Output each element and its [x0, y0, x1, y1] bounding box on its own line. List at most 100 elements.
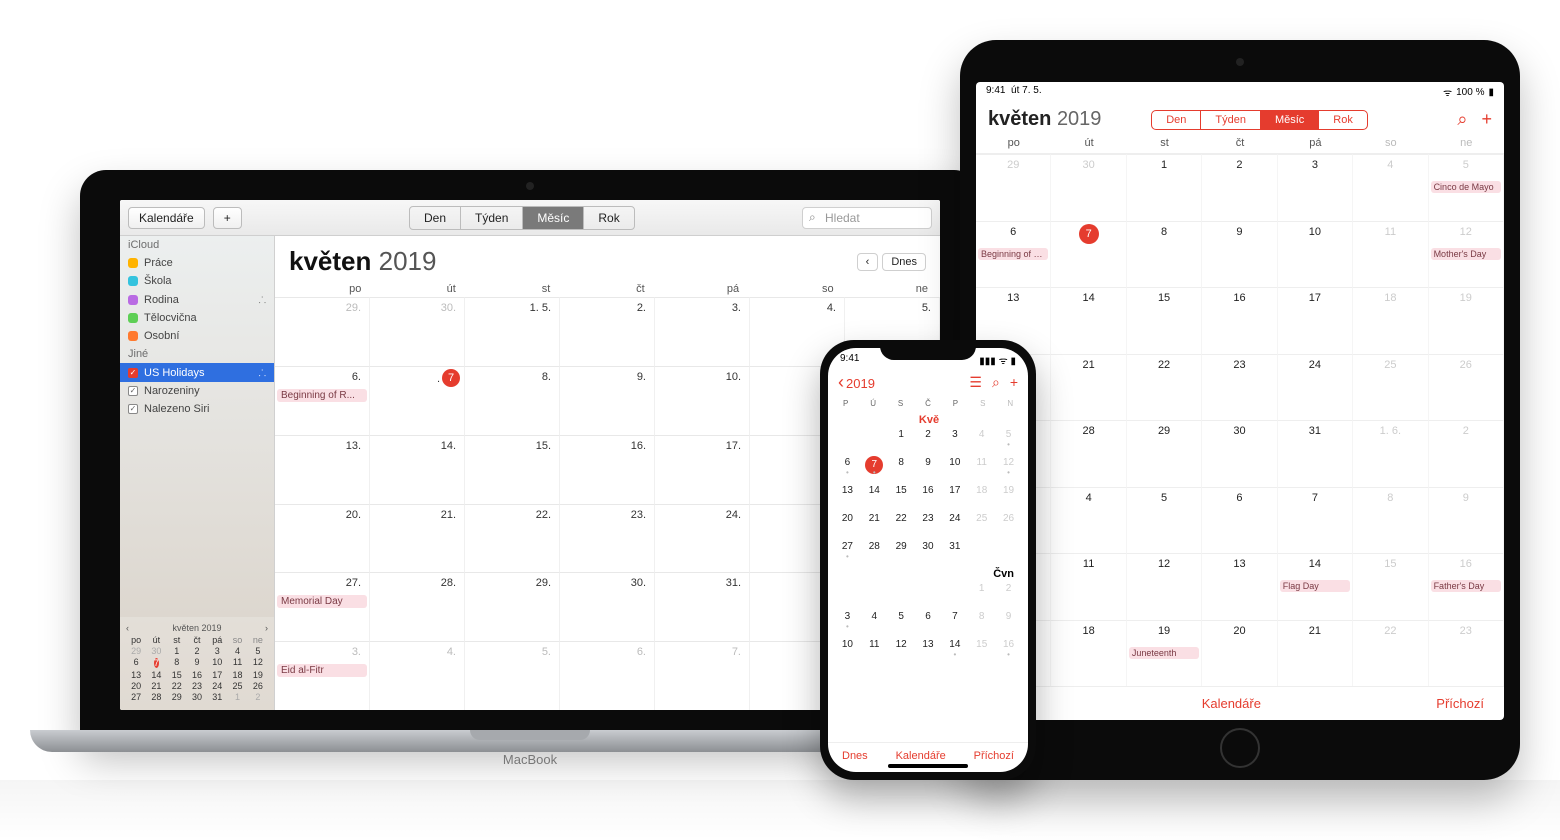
calendar-day-cell[interactable]: 18	[1353, 287, 1428, 354]
add-button[interactable]: +	[1010, 374, 1018, 391]
calendar-day-cell[interactable]: 4.	[370, 641, 465, 710]
calendar-day-cell[interactable]: 19	[995, 484, 1022, 506]
calendar-day-cell[interactable]: 8.	[465, 366, 560, 435]
today-button[interactable]: Dnes	[882, 253, 926, 271]
calendar-day-cell[interactable]: 6	[834, 456, 861, 478]
segment-week[interactable]: Týden	[461, 207, 523, 229]
segment-month[interactable]: Měsíc	[523, 207, 584, 229]
calendar-event[interactable]: Eid al-Fitr	[277, 664, 367, 677]
calendar-day-cell[interactable]: 8	[968, 610, 995, 632]
calendar-day-cell[interactable]: 7	[1278, 487, 1353, 554]
calendar-event[interactable]: Memorial Day	[277, 595, 367, 608]
calendar-day-cell[interactable]: 7.	[370, 366, 465, 435]
calendar-day-cell[interactable]: 3	[941, 428, 968, 450]
calendar-day-cell[interactable]: 7	[941, 610, 968, 632]
calendar-day-cell[interactable]: 11	[968, 456, 995, 478]
calendar-day-cell[interactable]: 9	[1429, 487, 1504, 554]
calendar-day-cell[interactable]: 31	[1278, 420, 1353, 487]
segment-year[interactable]: Rok	[584, 207, 633, 229]
calendar-day-cell[interactable]: 29	[976, 154, 1051, 221]
calendar-day-cell[interactable]: 21	[1051, 354, 1126, 421]
calendar-day-cell[interactable]: 9	[995, 610, 1022, 632]
home-button[interactable]	[1220, 728, 1260, 768]
calendar-day-cell[interactable]: 13	[834, 484, 861, 506]
calendar-day-cell[interactable]: 6	[1202, 487, 1277, 554]
back-button[interactable]: 2019	[838, 372, 875, 393]
calendar-event[interactable]: Cinco de Mayo	[1431, 181, 1501, 193]
calendar-day-cell[interactable]: 30	[915, 540, 942, 562]
calendar-day-cell[interactable]: 29.	[465, 572, 560, 641]
segment-day[interactable]: Den	[410, 207, 461, 229]
inbox-button[interactable]: Příchozí	[1436, 696, 1484, 711]
calendar-day-cell[interactable]: 21	[861, 512, 888, 534]
calendar-day-cell[interactable]: 25	[1353, 354, 1428, 421]
calendar-day-cell[interactable]: 31	[941, 540, 968, 562]
calendar-day-cell[interactable]: 2	[1429, 420, 1504, 487]
calendar-day-cell[interactable]: 7	[1051, 221, 1126, 288]
calendar-day-cell[interactable]: 7	[861, 456, 888, 478]
calendar-day-cell[interactable]: 14	[861, 484, 888, 506]
calendar-day-cell[interactable]: 13.	[275, 435, 370, 504]
sidebar-item[interactable]: ✓US Holidays⸫	[120, 363, 274, 382]
segment-day[interactable]: Den	[1152, 111, 1201, 129]
calendar-day-cell[interactable]: 26	[1429, 354, 1504, 421]
calendar-day-cell[interactable]: 6.Beginning of R...	[275, 366, 370, 435]
calendar-day-cell[interactable]: 24	[1278, 354, 1353, 421]
calendar-day-cell[interactable]: 28.	[370, 572, 465, 641]
calendar-day-cell[interactable]: 5.	[465, 641, 560, 710]
segment-week[interactable]: Týden	[1201, 111, 1261, 129]
calendar-day-cell[interactable]: 19	[1429, 287, 1504, 354]
calendar-day-cell[interactable]: 4	[1051, 487, 1126, 554]
calendar-day-cell[interactable]: 28	[1051, 420, 1126, 487]
calendar-day-cell[interactable]: 15	[888, 484, 915, 506]
calendar-day-cell[interactable]: 6Beginning of Ra...	[976, 221, 1051, 288]
calendars-button[interactable]: Kalendáře	[128, 207, 205, 229]
calendar-day-cell[interactable]: 22.	[465, 504, 560, 573]
calendar-day-cell[interactable]: 30.	[560, 572, 655, 641]
sidebar-item[interactable]: Osobní	[120, 327, 274, 345]
calendar-day-cell[interactable]: 24.	[655, 504, 750, 573]
calendar-day-cell[interactable]: 27.Memorial Day	[275, 572, 370, 641]
calendar-day-cell[interactable]: 8	[1127, 221, 1202, 288]
calendar-event[interactable]: Mother's Day	[1431, 248, 1501, 260]
calendars-button[interactable]: Kalendáře	[1202, 696, 1261, 711]
add-button[interactable]: +	[1481, 109, 1492, 130]
calendar-day-cell[interactable]: 30.	[370, 297, 465, 366]
calendar-day-cell[interactable]: 4	[968, 428, 995, 450]
calendar-day-cell[interactable]: 3	[834, 610, 861, 632]
calendar-day-cell[interactable]: 15.	[465, 435, 560, 504]
calendar-day-cell[interactable]: 11	[861, 638, 888, 660]
calendar-day-cell[interactable]: 8	[1353, 487, 1428, 554]
sidebar-item[interactable]: ✓Nalezeno Siri	[120, 400, 274, 418]
calendar-day-cell[interactable]: 8	[888, 456, 915, 478]
calendar-day-cell[interactable]: 1. 5.	[465, 297, 560, 366]
calendar-day-cell[interactable]: 23	[1202, 354, 1277, 421]
calendar-event[interactable]: Flag Day	[1280, 580, 1350, 592]
calendar-day-cell[interactable]: 21.	[370, 504, 465, 573]
inbox-button[interactable]: Příchozí	[974, 750, 1014, 762]
today-button[interactable]: Dnes	[842, 750, 868, 762]
add-button[interactable]: +	[213, 207, 242, 229]
calendar-day-cell[interactable]: 6.	[560, 641, 655, 710]
calendars-button[interactable]: Kalendáře	[896, 750, 946, 762]
calendar-day-cell[interactable]: 3.Eid al-Fitr	[275, 641, 370, 710]
calendar-day-cell[interactable]: 11	[1051, 553, 1126, 620]
calendar-day-cell[interactable]: 16	[915, 484, 942, 506]
calendar-day-cell[interactable]: 22	[1353, 620, 1428, 687]
calendar-day-cell[interactable]: 2	[915, 428, 942, 450]
calendar-day-cell[interactable]: 16	[1202, 287, 1277, 354]
calendar-day-cell[interactable]: 10.	[655, 366, 750, 435]
calendar-day-cell[interactable]: 18	[968, 484, 995, 506]
calendar-event[interactable]: Beginning of R...	[277, 389, 367, 402]
calendar-day-cell[interactable]: 7.	[655, 641, 750, 710]
calendar-day-cell[interactable]: 20	[1202, 620, 1277, 687]
calendar-day-cell[interactable]: 5	[1127, 487, 1202, 554]
calendar-day-cell[interactable]: 23	[915, 512, 942, 534]
calendar-day-cell[interactable]: 19Juneteenth	[1127, 620, 1202, 687]
calendar-day-cell[interactable]: 28	[861, 540, 888, 562]
calendar-day-cell[interactable]: 21	[1278, 620, 1353, 687]
calendar-day-cell[interactable]: 29.	[275, 297, 370, 366]
calendar-day-cell[interactable]: 9	[1202, 221, 1277, 288]
calendar-day-cell[interactable]: 17	[941, 484, 968, 506]
segment-month[interactable]: Měsíc	[1261, 111, 1319, 129]
